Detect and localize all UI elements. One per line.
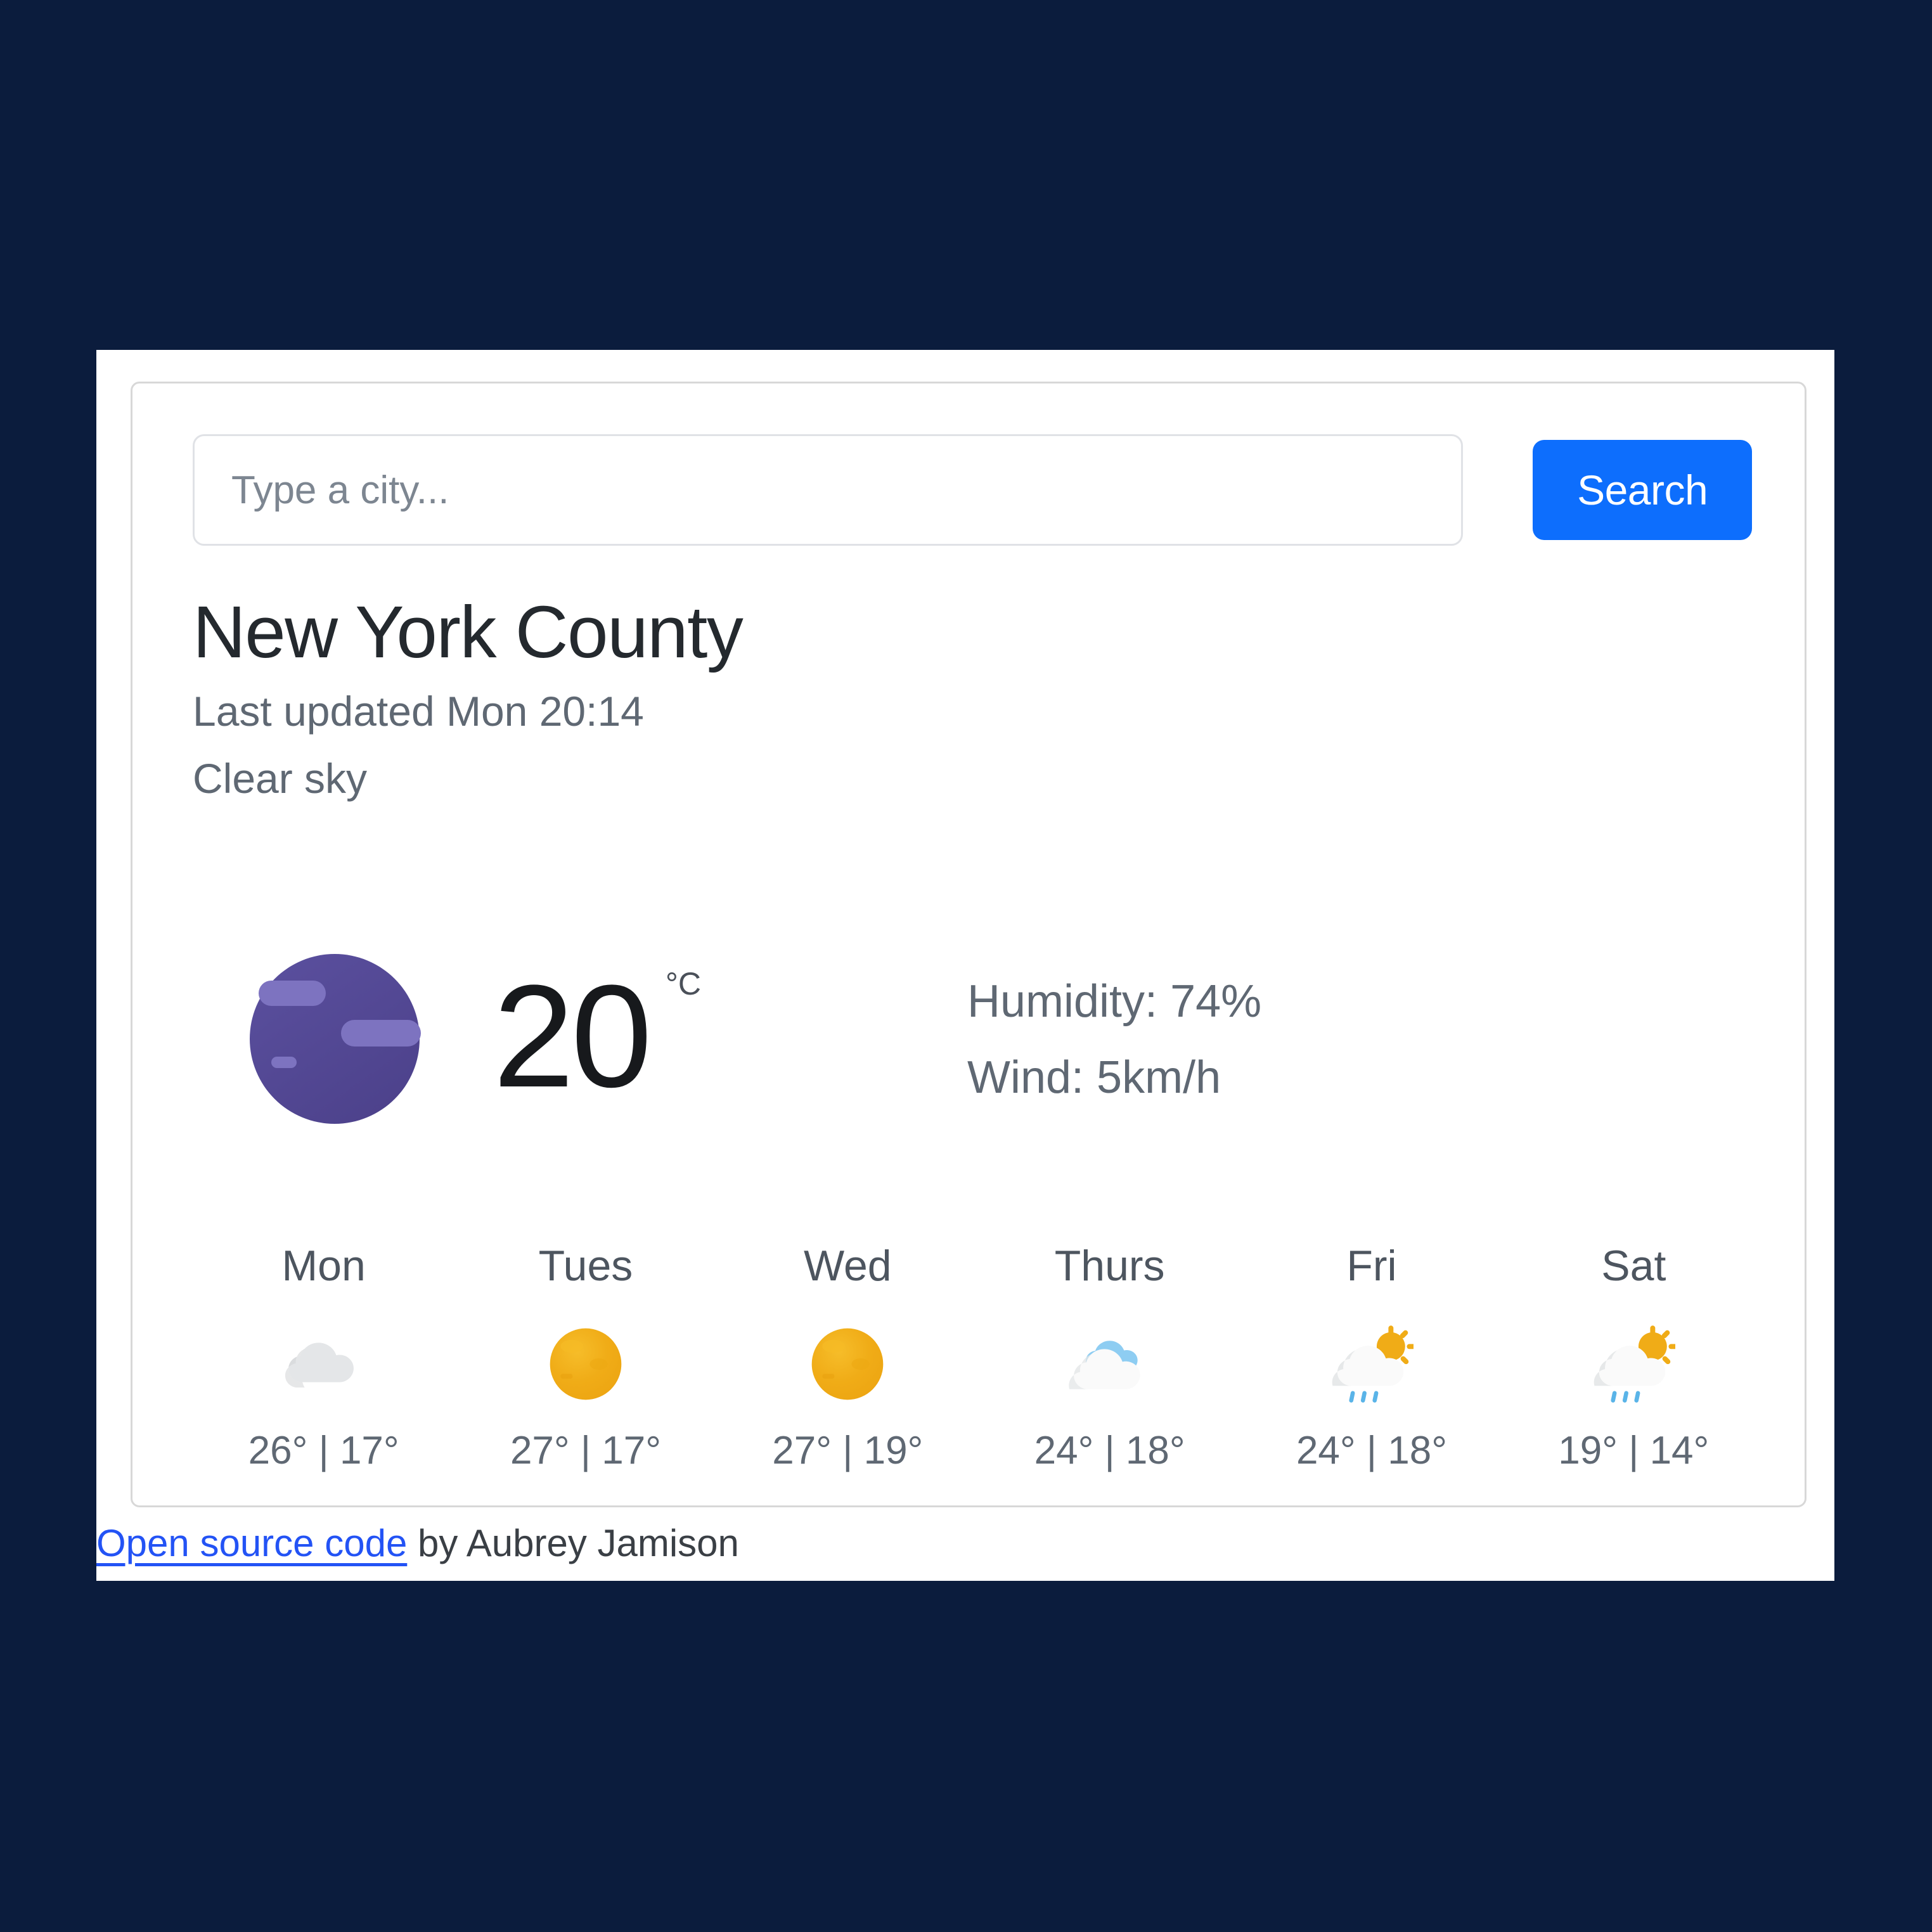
- humidity-text: Humidity: 74%: [967, 976, 1262, 1027]
- forecast-temps: 27° | 19°: [772, 1428, 924, 1472]
- forecast-day-mon: Mon 26° | 17°: [193, 1240, 454, 1473]
- forecast-day-label: Tues: [538, 1242, 633, 1290]
- forecast-day-label: Mon: [281, 1242, 366, 1290]
- new-moon-icon: [250, 954, 422, 1126]
- forecast-row: Mon 26° | 17° Tues 27° | 17° Wed 27° | 19° Thu…: [193, 1240, 1765, 1473]
- forecast-day-label: Thurs: [1054, 1242, 1165, 1290]
- forecast-day-label: Sat: [1601, 1242, 1666, 1290]
- current-temperature-value: 20: [493, 955, 652, 1117]
- forecast-day-tues: Tues 27° | 17°: [454, 1240, 716, 1473]
- forecast-temps: 19° | 14°: [1558, 1428, 1710, 1472]
- last-updated-text: Last updated Mon 20:14: [193, 687, 644, 735]
- current-conditions: 20 °C Humidity: 74% Wind: 5km/h: [193, 954, 1752, 1182]
- condition-text: Clear sky: [193, 755, 368, 802]
- forecast-temps: 27° | 17°: [510, 1428, 662, 1472]
- forecast-day-wed: Wed 27° | 19°: [717, 1240, 979, 1473]
- city-name: New York County: [193, 591, 744, 673]
- forecast-temps: 26° | 17°: [248, 1428, 399, 1472]
- current-metrics: Humidity: 74% Wind: 5km/h: [967, 964, 1261, 1116]
- open-source-code-link[interactable]: Open source code: [96, 1522, 407, 1564]
- sun-behind-rain-cloud-icon: [1240, 1317, 1502, 1412]
- forecast-day-thurs: Thurs 24° | 18°: [979, 1240, 1240, 1473]
- sun-behind-rain-cloud-icon: [1503, 1317, 1765, 1412]
- forecast-day-fri: Fri 24° | 18°: [1240, 1240, 1502, 1473]
- temperature-unit-label: °C: [665, 966, 701, 1001]
- sun-icon: [454, 1317, 716, 1412]
- forecast-temps: 24° | 18°: [1034, 1428, 1185, 1472]
- forecast-day-label: Wed: [804, 1242, 892, 1290]
- forecast-day-sat: Sat 19° | 14°: [1503, 1240, 1765, 1473]
- forecast-temps: 24° | 18°: [1296, 1428, 1448, 1472]
- sun-behind-cloud-icon: [979, 1317, 1240, 1412]
- location-block: New York County Last updated Mon 20:14 C…: [193, 588, 1460, 813]
- search-button[interactable]: Search: [1533, 440, 1752, 540]
- footer: Open source code by Aubrey Jamison: [96, 1521, 1834, 1565]
- page-sheet: Search New York County Last updated Mon …: [96, 350, 1834, 1581]
- wind-text: Wind: 5km/h: [967, 1052, 1221, 1103]
- forecast-day-label: Fri: [1346, 1242, 1397, 1290]
- search-row: Search: [193, 434, 1752, 546]
- cloud-icon: [193, 1317, 454, 1412]
- weather-card: Search New York County Last updated Mon …: [131, 382, 1806, 1507]
- footer-byline: by Aubrey Jamison: [407, 1522, 739, 1564]
- sun-icon: [717, 1317, 979, 1412]
- search-input[interactable]: [193, 434, 1464, 546]
- current-temperature-group: 20 °C: [193, 954, 701, 1126]
